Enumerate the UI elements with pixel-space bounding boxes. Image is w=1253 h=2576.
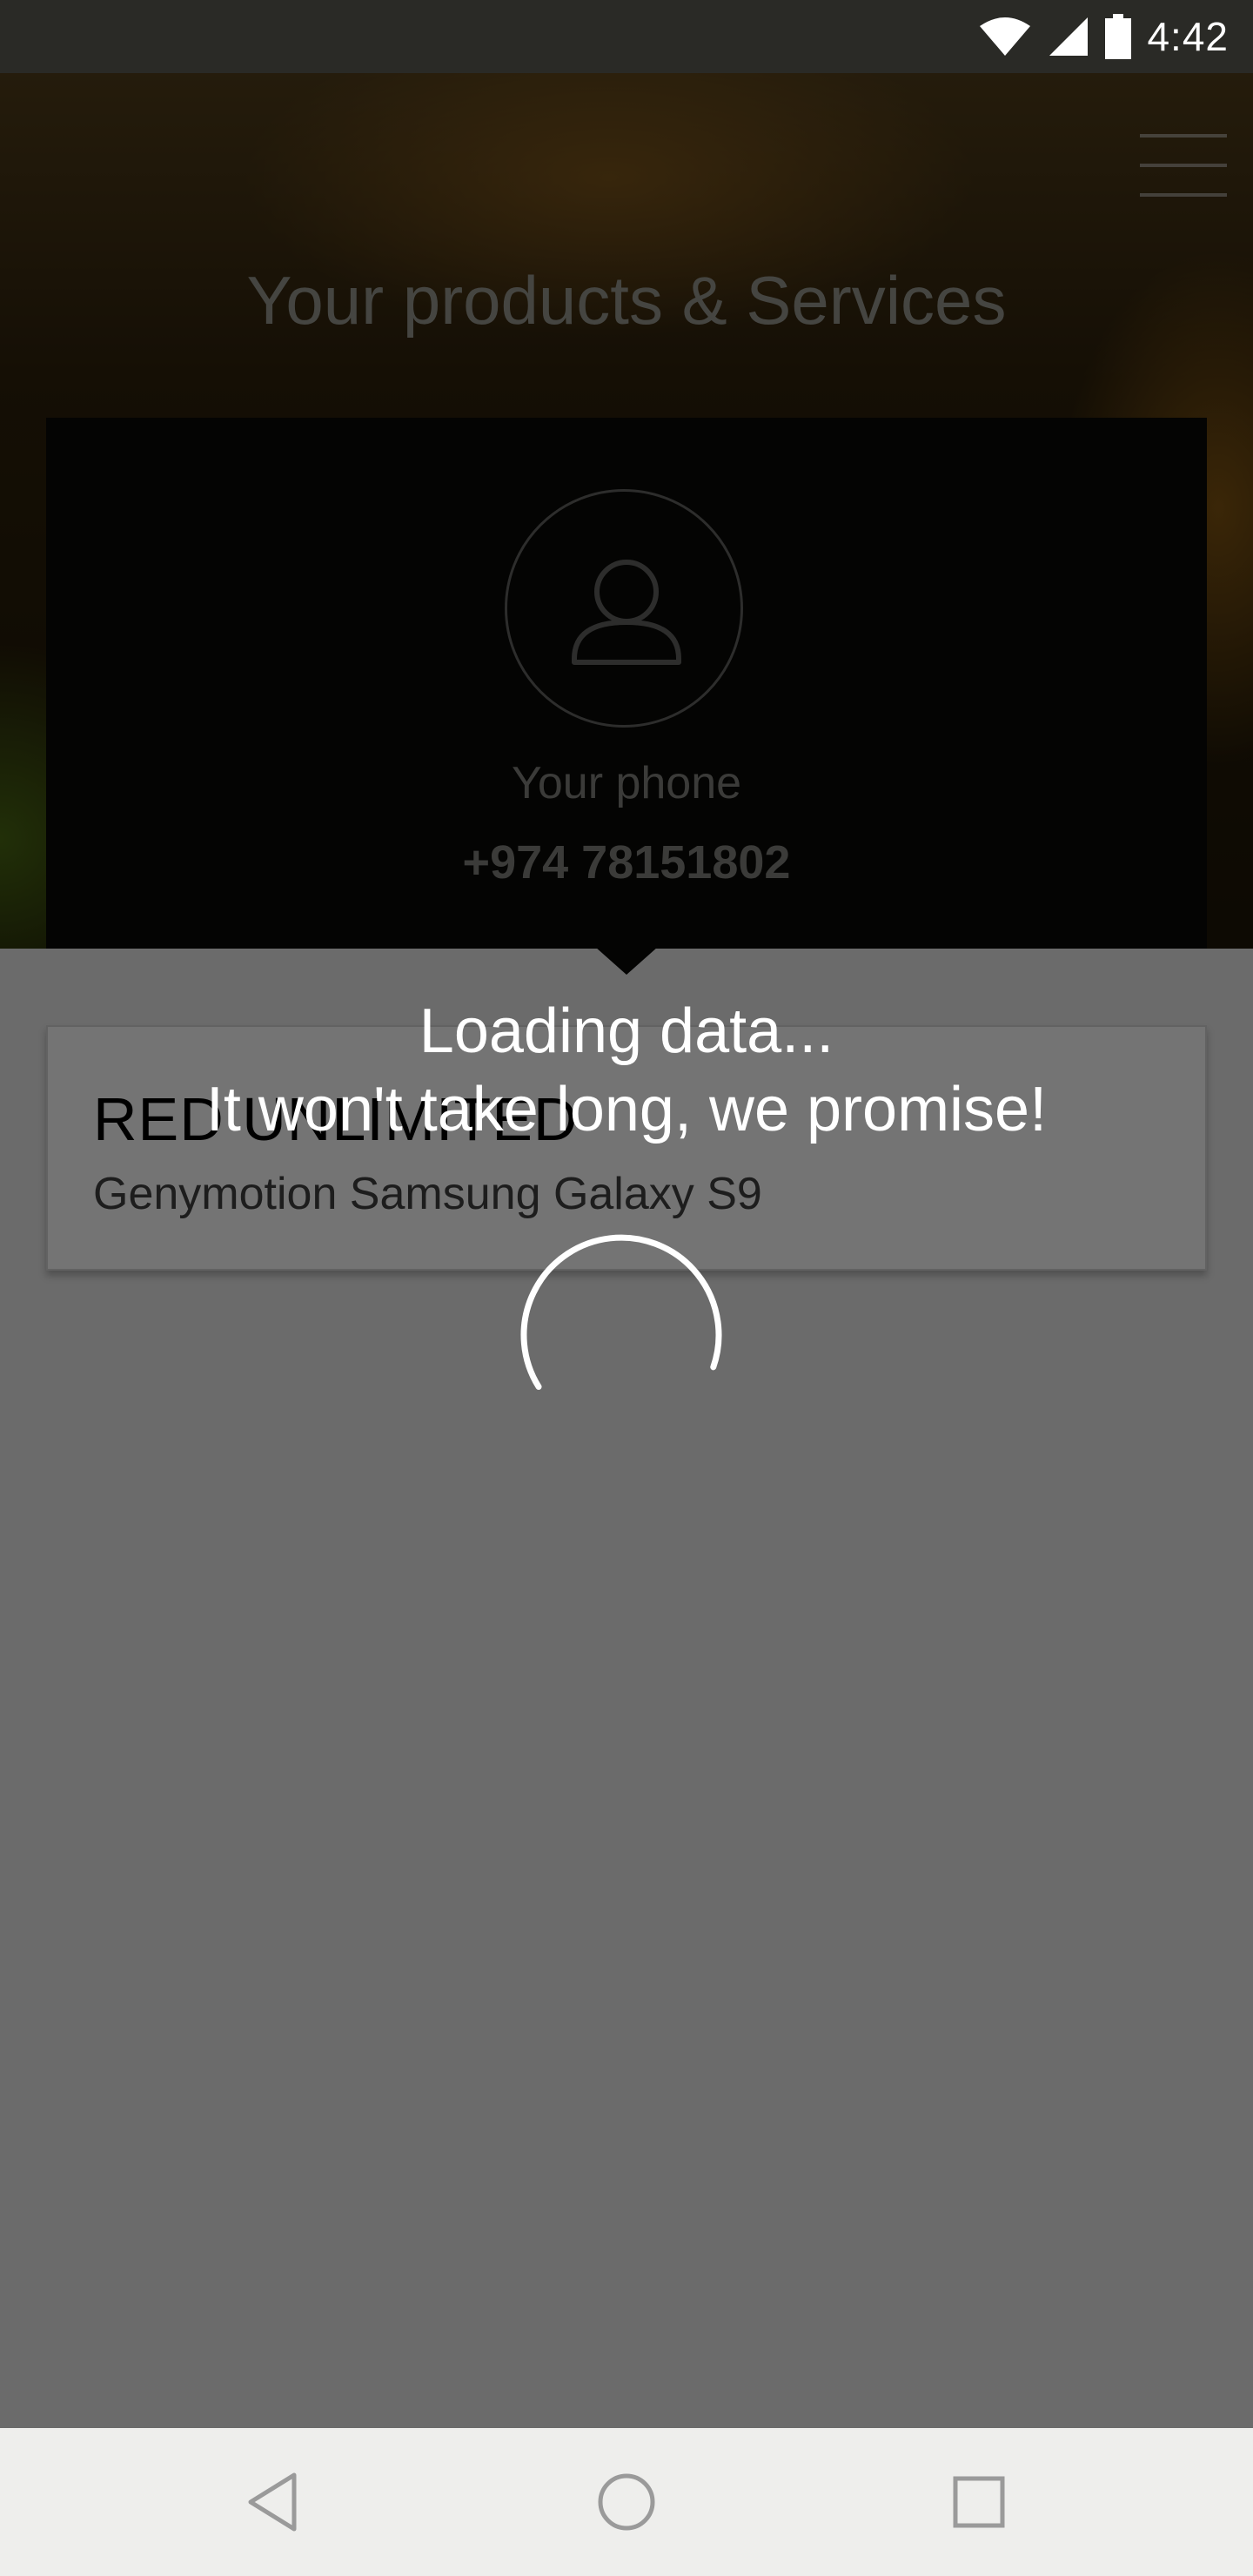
screen: 4:42 Your products & Services Your phone… (0, 0, 1253, 2576)
loading-message: Loading data... It won't take long, we p… (0, 992, 1253, 1149)
cell-signal-icon (1049, 17, 1089, 56)
loading-line-1: Loading data... (419, 996, 834, 1066)
status-time: 4:42 (1147, 14, 1229, 59)
status-bar: 4:42 (0, 0, 1253, 73)
loading-line-2: It won't take long, we promise! (205, 1075, 1048, 1144)
battery-icon (1105, 14, 1132, 59)
navigation-bar (0, 2428, 1253, 2576)
status-icons: 4:42 (978, 10, 1229, 63)
home-circle-icon[interactable] (587, 2463, 666, 2541)
wifi-icon (980, 17, 1031, 56)
recent-apps-square-icon[interactable] (940, 2463, 1018, 2541)
loading-spinner-icon (520, 1234, 722, 1390)
back-triangle-icon[interactable] (235, 2463, 313, 2541)
